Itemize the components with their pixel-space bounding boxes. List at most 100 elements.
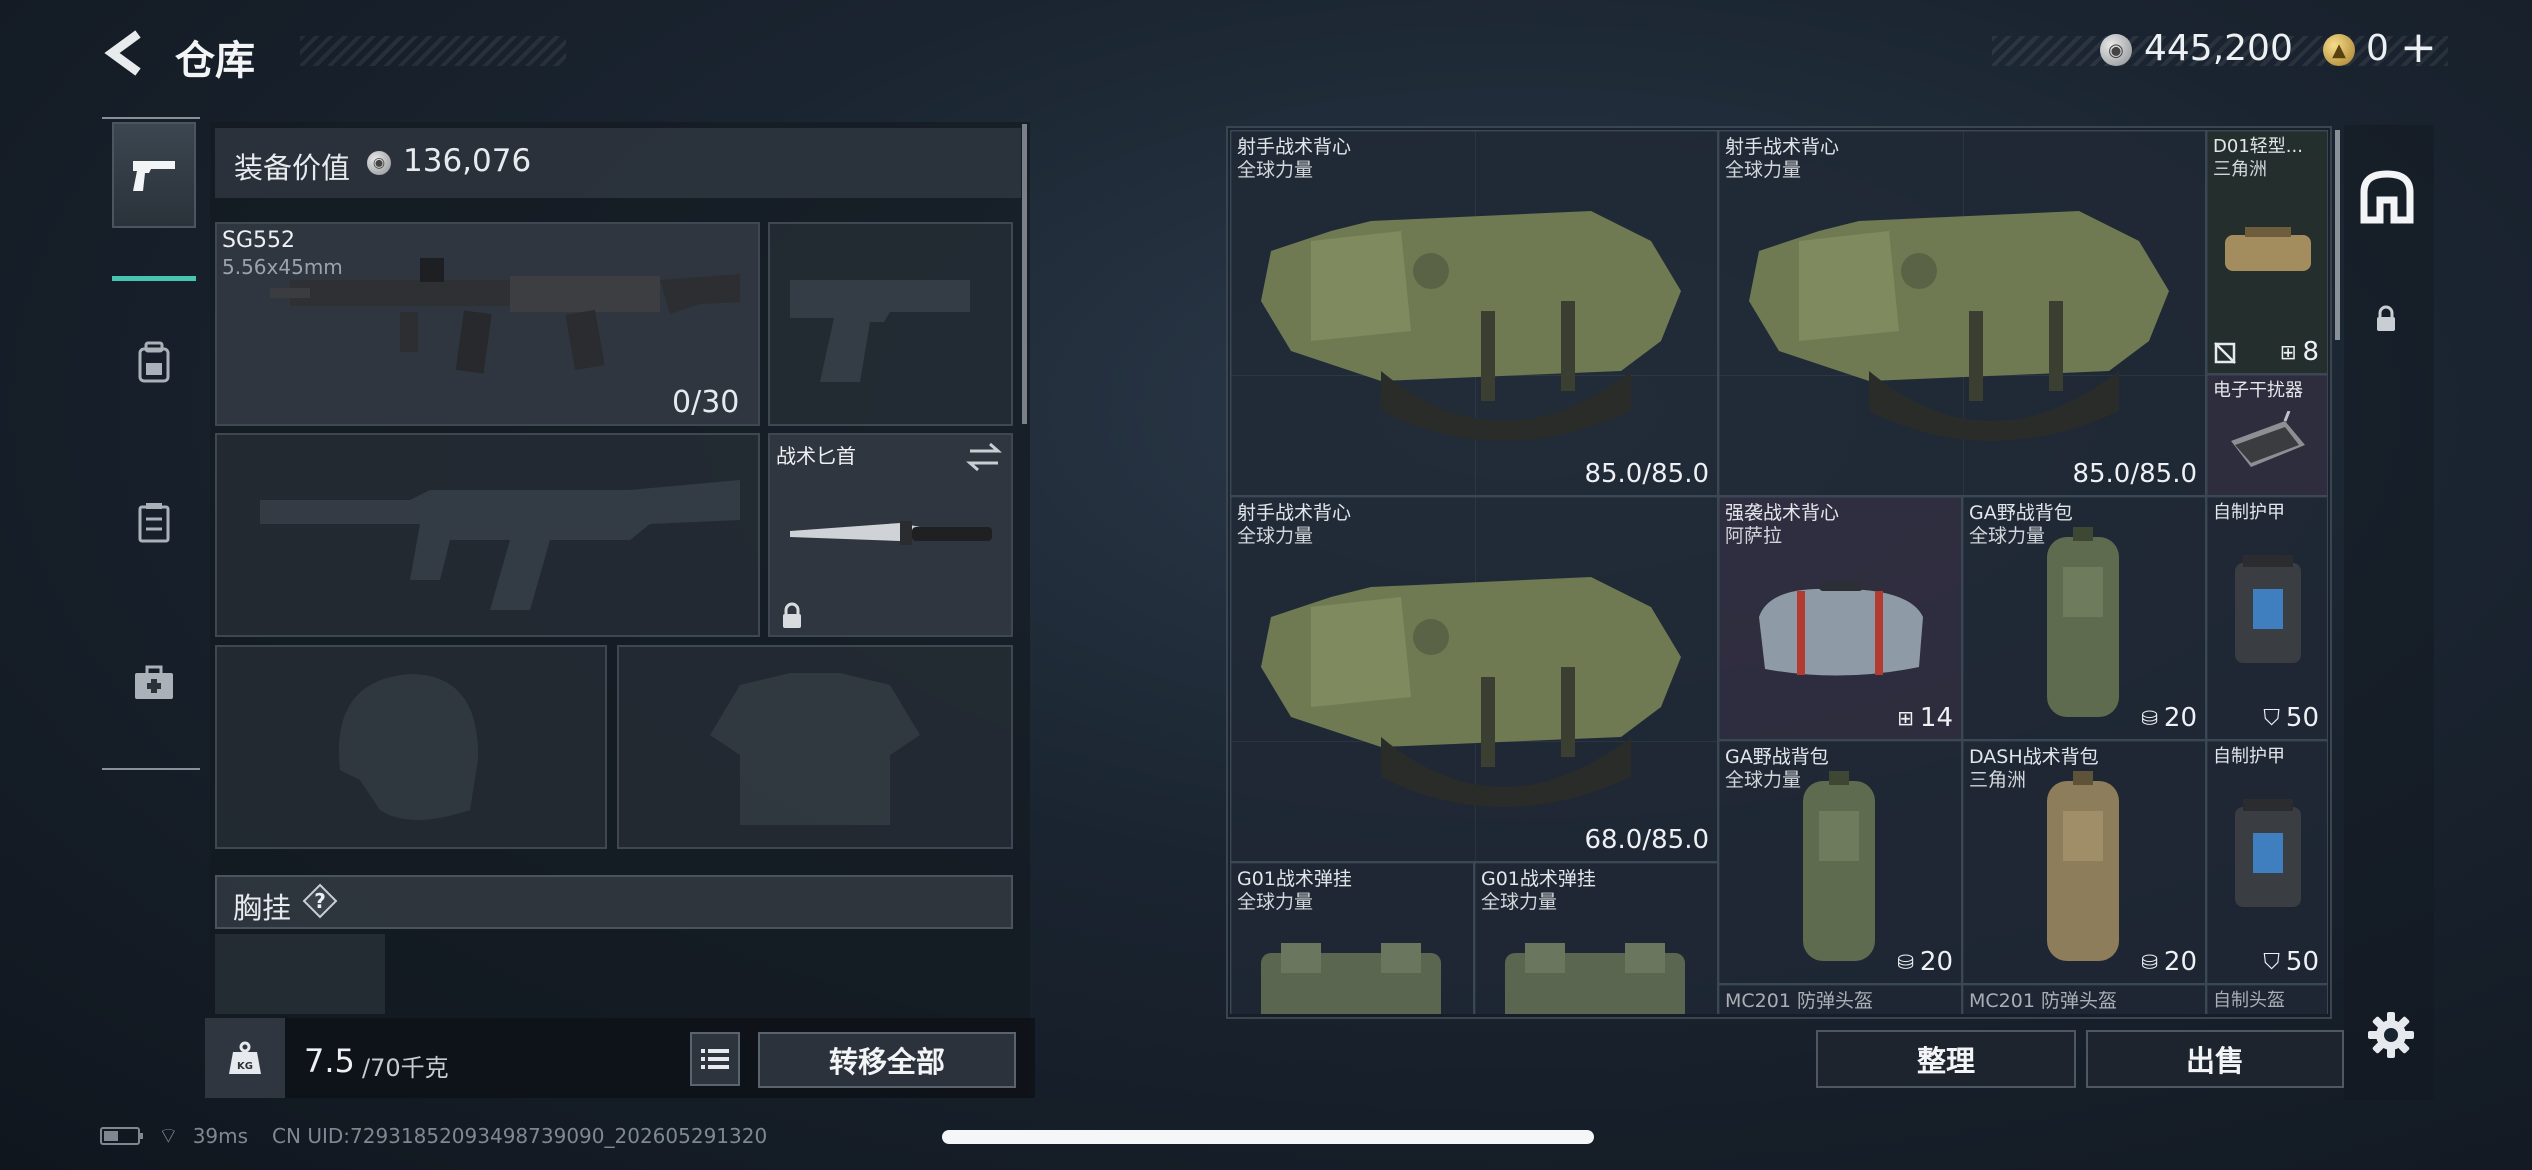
premium-amount: 0 <box>2366 28 2389 69</box>
grid-item-jammer[interactable]: 电子干扰器 <box>2206 374 2328 496</box>
user-id: CN UID:7293185209349873909​0_20260529132… <box>272 1124 768 1148</box>
tactical-vest-image <box>1749 211 2169 441</box>
backpack-image <box>1803 771 1875 961</box>
swap-icon[interactable] <box>966 440 1002 474</box>
grid-item-value: 14 <box>1919 703 1953 733</box>
tactical-vest-image <box>1261 577 1681 807</box>
grid-item-backpack[interactable]: GA野战背包 全球力量 ⛁ 20 <box>1962 496 2206 740</box>
currency-amount: 445,200 <box>2144 28 2293 69</box>
armor-placeholder-icon <box>710 673 920 825</box>
tactical-vest-image <box>1261 211 1681 441</box>
svg-text:?: ? <box>314 889 326 913</box>
grid-item-chest-rig[interactable]: G01战术弹挂 全球力量 <box>1230 862 1474 1014</box>
grid-item-value: 20 <box>2163 947 2197 977</box>
shield-icon: ⛉ <box>2263 949 2280 975</box>
grid-item-vest[interactable]: 射手战术背心 全球力量 85.0/85.0 <box>1718 130 2206 496</box>
grid-scrollbar[interactable] <box>2335 130 2340 340</box>
add-premium-button[interactable]: + <box>2400 22 2437 73</box>
primary-weapon-ammo: 0/30 <box>672 385 740 420</box>
bag-image <box>2225 227 2311 271</box>
primary-weapon-caliber: 5.56x45mm <box>222 255 343 279</box>
rifle-placeholder-icon <box>260 480 740 610</box>
pistol-icon <box>133 161 175 191</box>
svg-text:KG: KG <box>237 1061 253 1072</box>
weight-max: /70千克 <box>362 1054 449 1082</box>
page-title: 仓库 <box>175 38 255 84</box>
grid-item-value: 50 <box>2285 947 2319 977</box>
medkit-icon <box>135 665 173 699</box>
grid-item-armor[interactable]: 自制护甲 ⛉ 50 <box>2206 740 2328 984</box>
grid-item-value: 20 <box>1919 947 1953 977</box>
capacity-icon: ⛁ <box>2141 950 2158 974</box>
loadout-scrollbar[interactable] <box>1022 124 1027 424</box>
armor-image <box>2235 799 2301 907</box>
warehouse-grid[interactable]: 射手战术背心 全球力量 85.0/85.0 射手战术背心 全球力量 85.0/8… <box>1230 130 2328 1014</box>
grid-item-bag[interactable]: D01轻型... 三角洲 ⊞ 8 <box>2206 130 2328 374</box>
primary-weapon-name: SG552 <box>222 228 296 253</box>
chest-rig-slot[interactable] <box>215 934 385 1014</box>
knife-image <box>790 521 992 545</box>
weight-current: 7.5 <box>304 1042 355 1080</box>
grid-item-helmet[interactable]: 自制头盔 <box>2206 984 2328 1014</box>
lock-icon <box>2377 305 2395 331</box>
capacity-icon: ⛁ <box>1897 950 1914 974</box>
chest-rig-image <box>1261 943 1441 1014</box>
battery-icon <box>100 1127 143 1145</box>
chest-rig-label: 胸挂 <box>233 891 292 925</box>
sell-button[interactable]: 出售 <box>2086 1030 2344 1088</box>
warehouse-sidebar <box>2344 125 2434 1100</box>
backpack-image <box>2047 771 2119 961</box>
settings-gear-icon[interactable] <box>2366 1010 2416 1060</box>
home-indicator[interactable] <box>942 1130 1594 1144</box>
backpack-image <box>2047 527 2119 717</box>
silver-coin-icon: ◉ <box>2100 34 2132 66</box>
grid-item-chest-rig[interactable]: G01战术弹挂 全球力量 <box>1474 862 1718 1014</box>
gold-coin-icon: ▲ <box>2323 34 2355 66</box>
rig-icon <box>138 503 170 543</box>
grid-item-vest[interactable]: 强袭战术背心 阿萨拉 ⊞ 14 <box>1718 496 1962 740</box>
slots-icon: ⊞ <box>2279 340 2297 364</box>
chest-rig-image <box>1505 943 1685 1014</box>
grid-item-value: 50 <box>2285 703 2319 733</box>
grid-item-armor[interactable]: 自制护甲 ⛉ 50 <box>2206 496 2328 740</box>
equipment-value-label: 装备价值 <box>234 151 351 185</box>
wifi-icon: ⌔ <box>158 1124 179 1149</box>
transfer-all-button[interactable]: 转移全部 <box>758 1032 1016 1088</box>
no-insurance-icon <box>2214 342 2236 364</box>
vault-icon[interactable] <box>2360 170 2414 224</box>
grid-item-vest[interactable]: 射手战术背心 全球力量 68.0/85.0 <box>1230 496 1718 862</box>
ping-value: 39ms <box>192 1124 249 1148</box>
help-icon[interactable]: ? <box>302 883 338 919</box>
capacity-icon: ⛁ <box>2141 706 2158 730</box>
grid-item-value: 8 <box>2302 337 2319 367</box>
grid-item-backpack[interactable]: GA野战背包 全球力量 ⛁ 20 <box>1718 740 1962 984</box>
tab-rig[interactable] <box>112 470 196 576</box>
grid-item-vest[interactable]: 射手战术背心 全球力量 85.0/85.0 <box>1230 130 1718 496</box>
tab-backpack[interactable] <box>112 310 196 416</box>
grid-item-backpack[interactable]: DASH战术背包 三角洲 ⛁ 20 <box>1962 740 2206 984</box>
silver-coin-icon: ◉ <box>367 151 391 175</box>
jammer-image <box>2231 411 2305 467</box>
grid-item-helmet[interactable]: MC201 防弹头盔 <box>1962 984 2206 1014</box>
equipment-value-amount: 136,076 <box>403 143 532 179</box>
sort-button[interactable]: 整理 <box>1816 1030 2076 1088</box>
grid-item-value: 20 <box>2163 703 2197 733</box>
tab-weapons[interactable] <box>112 122 196 228</box>
backpack-icon <box>138 341 170 383</box>
list-icon <box>701 1049 729 1069</box>
duffel-bag-image <box>1759 581 1923 676</box>
shield-icon: ⛉ <box>2263 705 2280 731</box>
tab-divider <box>102 768 200 770</box>
pistol-placeholder-icon <box>790 280 970 382</box>
list-view-button[interactable] <box>690 1032 740 1086</box>
lock-icon <box>783 602 801 628</box>
title-decoration <box>300 36 566 66</box>
back-arrow-icon[interactable] <box>100 28 150 78</box>
tab-medkit[interactable] <box>112 630 196 736</box>
tab-divider <box>102 117 200 119</box>
weight-icon: KG <box>205 1018 285 1098</box>
grid-item-helmet[interactable]: MC201 防弹头盔 <box>1718 984 1962 1014</box>
slots-icon: ⊞ <box>1897 706 1914 730</box>
armor-image <box>2235 555 2301 663</box>
helmet-placeholder-icon <box>338 674 479 820</box>
